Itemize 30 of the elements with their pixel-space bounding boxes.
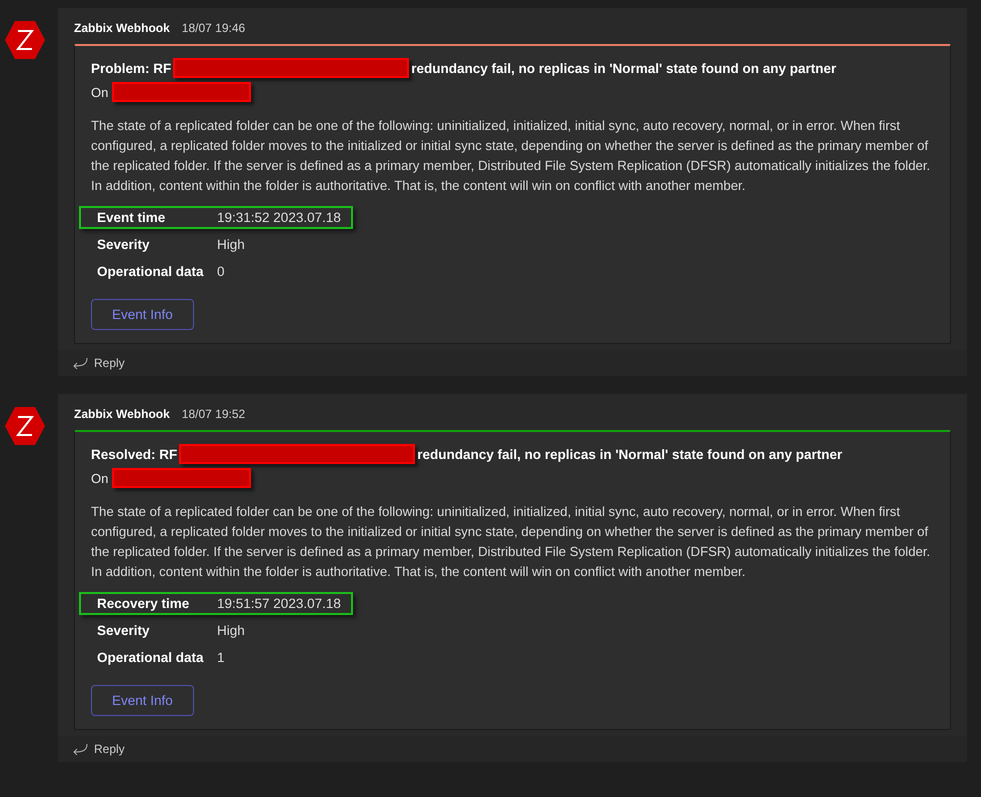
fact-value: 0: [217, 264, 225, 279]
event-info-button[interactable]: Event Info: [91, 299, 194, 330]
alert-title: redundancy fail, no replicas in 'Normal' state found on any partner: [417, 446, 842, 462]
avatar-icon: [4, 406, 46, 446]
avatar-icon: [4, 20, 46, 60]
message-time: 18/07 19:52: [182, 407, 246, 421]
reply-icon: [72, 743, 88, 755]
alert-title: Resolved: RF: [91, 446, 178, 462]
sender-name: Zabbix Webhook: [74, 21, 170, 35]
fact-label: Recovery time: [97, 596, 190, 611]
fact-label: Operational data: [97, 264, 205, 279]
event-info-button[interactable]: Event Info: [91, 685, 194, 716]
message-time: 18/07 19:46: [182, 21, 246, 35]
fact-label: Event time: [97, 210, 166, 225]
sender-name: Zabbix Webhook: [74, 407, 170, 421]
host-label: On: [91, 84, 108, 100]
fact-value: 19:51:57 2023.07.18: [217, 596, 341, 611]
fact-value: High: [217, 237, 245, 252]
fact-label: Severity: [97, 237, 151, 252]
alert-description: The state of a replicated folder can be one of the following: uninitialized, initialized, initial sync, auto recovery, normal, or in error. When first configured, a replicated folder moves to the initialized or initial sync state, depending on whether the server is defined as the primary member of the replicated folder. If the server is defined as a primary member, Distributed File System Replication (DFSR) automatically initializes the folder. In addition, content within the folder is authoritative. That is, the content will win on conflict with another member.: [91, 117, 932, 195]
fact-value: 1: [217, 650, 225, 665]
host-label: On: [91, 470, 108, 486]
fact-label: Operational data: [97, 650, 205, 665]
reply-icon: [72, 357, 88, 369]
alert-description: The state of a replicated folder can be one of the following: uninitialized, initialized, initial sync, auto recovery, normal, or in error. When first configured, a replicated folder moves to the initialized or initial sync state, depending on whether the server is defined as the primary member of the replicated folder. If the server is defined as a primary member, Distributed File System Replication (DFSR) automatically initializes the folder. In addition, content within the folder is authoritative. That is, the content will win on conflict with another member.: [91, 503, 932, 581]
alert-title: Problem: RF: [91, 60, 172, 76]
alert-title: redundancy fail, no replicas in 'Normal' state found on any partner: [411, 60, 836, 76]
fact-value: 19:31:52 2023.07.18: [217, 210, 341, 225]
fact-label: Severity: [97, 623, 151, 638]
fact-value: High: [217, 623, 245, 638]
